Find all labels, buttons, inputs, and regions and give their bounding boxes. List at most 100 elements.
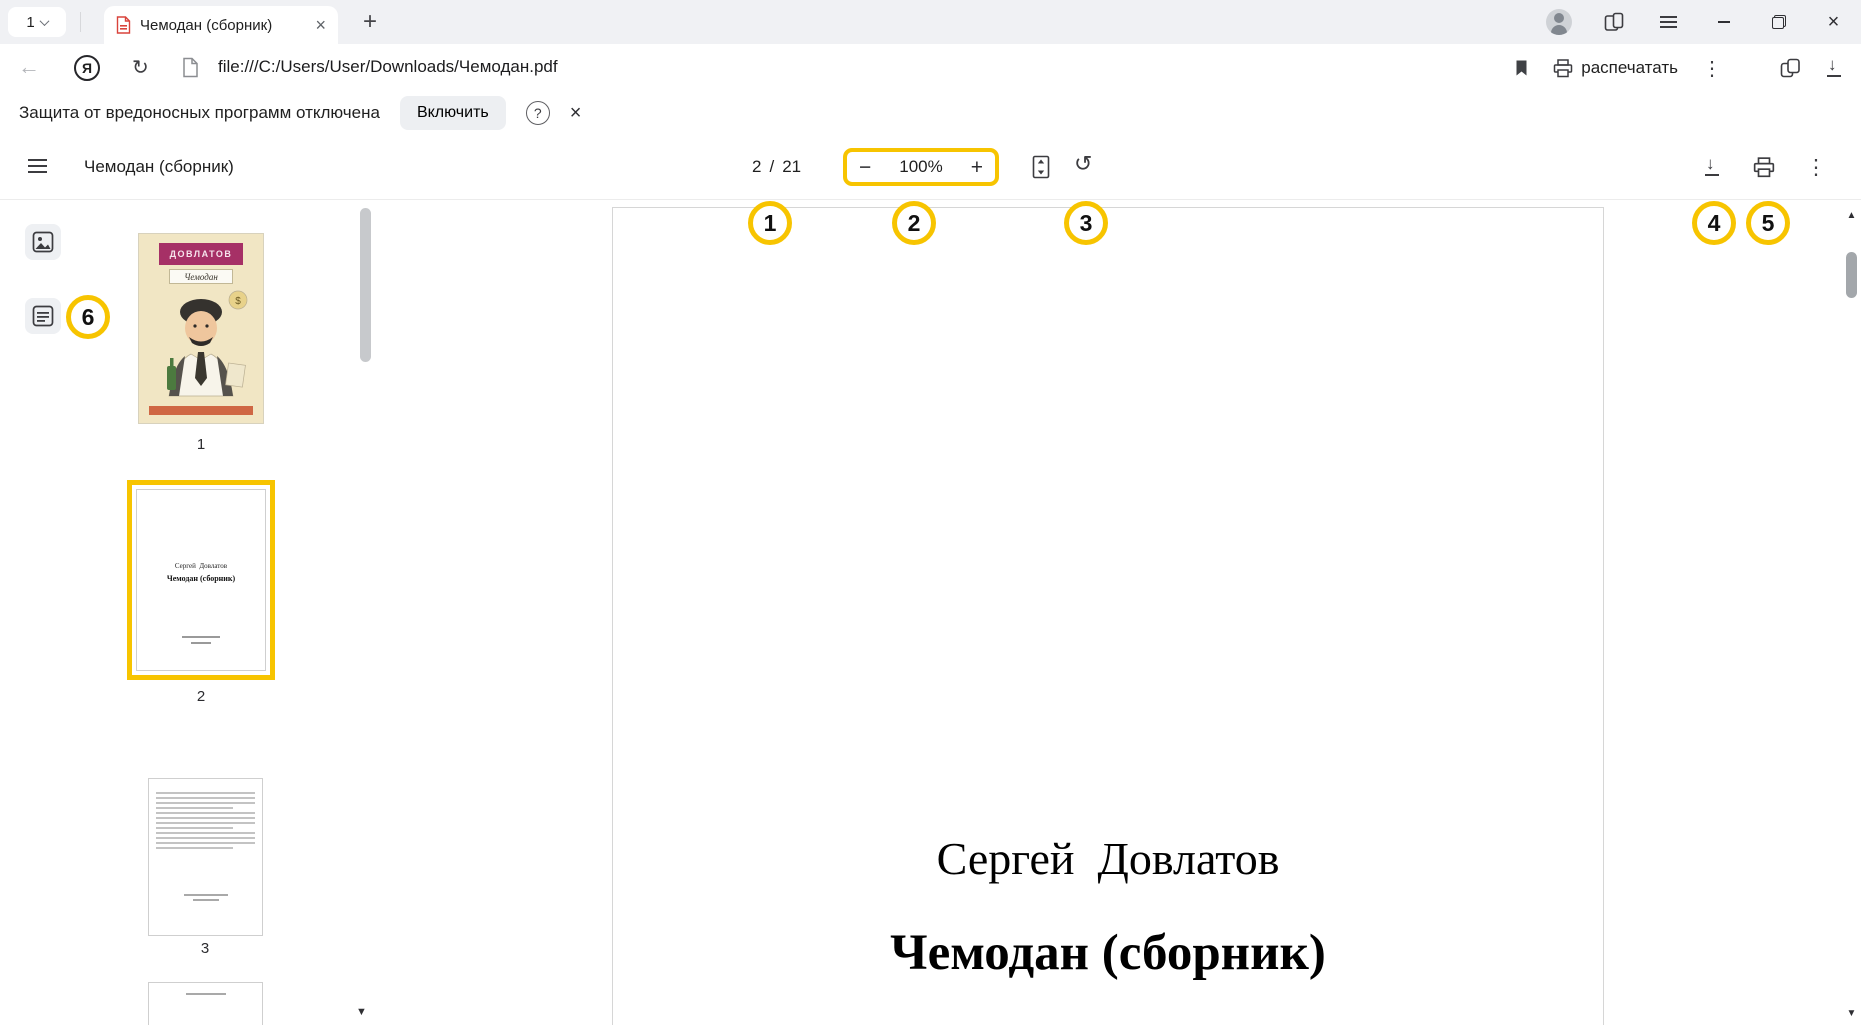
thumbnail-page-4[interactable] xyxy=(148,982,263,1025)
sidebar-scroll-down-icon[interactable]: ▼ xyxy=(356,1006,367,1018)
print-page-button[interactable]: распечатать xyxy=(1553,58,1678,78)
zoom-in-button[interactable]: + xyxy=(971,157,983,178)
more-actions-button[interactable]: ⋮ xyxy=(1702,56,1722,81)
menu-icon xyxy=(1660,13,1677,31)
fit-to-page-button[interactable] xyxy=(1030,155,1052,184)
sidebar-scrollbar-thumb[interactable] xyxy=(360,208,371,362)
tabstrip-right-controls: × xyxy=(1531,0,1861,44)
annotation-step-3: 3 xyxy=(1064,201,1108,245)
thumbnail-page-2: Сергей Довлатов Чемодан (сборник) xyxy=(136,489,266,671)
zoom-level: 100% xyxy=(899,157,942,177)
thumbnails-view-button[interactable] xyxy=(25,224,61,260)
page-indicator: 2 / 21 xyxy=(752,134,801,200)
browser-window: 1 Чемодан (сборник) × + xyxy=(0,0,1861,1025)
restore-button[interactable] xyxy=(1751,0,1806,44)
annotation-step-6: 6 xyxy=(66,295,110,339)
pdf-viewer: ДОВЛАТОВ Чемодан $ 1 xyxy=(0,200,1861,1025)
page-author-text: Сергей Довлатов xyxy=(613,832,1603,885)
security-warning-bar: Защита от вредоносных программ отключена… xyxy=(0,92,1861,134)
browser-menu-button[interactable] xyxy=(1641,0,1696,44)
collections-button[interactable] xyxy=(1780,58,1801,78)
zoom-controls-highlighted: − 100% + xyxy=(843,148,999,186)
pdf-toolbar: Чемодан (сборник) 2 / 21 − 100% + ↺ xyxy=(0,134,1861,200)
chevron-down-icon xyxy=(39,16,49,26)
minimize-icon xyxy=(1718,21,1730,23)
annotation-step-5: 5 xyxy=(1746,201,1790,245)
thumb-footer-lines xyxy=(149,894,262,901)
pdf-toolbar-right: ⋮ xyxy=(1691,134,1837,200)
warning-text: Защита от вредоносных программ отключена xyxy=(19,103,380,123)
menu-icon xyxy=(28,159,47,161)
image-icon xyxy=(31,230,55,254)
page-separator: / xyxy=(769,157,774,177)
rotate-icon: ↺ xyxy=(1074,151,1092,176)
pdf-document-title: Чемодан (сборник) xyxy=(84,134,234,200)
thumbnail-page-1[interactable]: ДОВЛАТОВ Чемодан $ xyxy=(139,234,263,423)
address-bar: ← Я ↻ file:///C:/Users/User/Downloads/Че… xyxy=(0,44,1861,92)
outline-view-button[interactable] xyxy=(25,298,61,334)
collections-icon xyxy=(1780,58,1801,78)
pdf-more-button[interactable]: ⋮ xyxy=(1795,146,1837,188)
page-title-text: Чемодан (сборник) xyxy=(613,924,1603,982)
dismiss-warning-button[interactable]: × xyxy=(570,102,582,125)
main-scrollbar-thumb[interactable] xyxy=(1846,252,1857,298)
back-icon: ← xyxy=(18,54,40,79)
printer-icon xyxy=(1553,59,1573,78)
new-tab-button[interactable]: + xyxy=(354,7,386,37)
profile-button[interactable] xyxy=(1531,0,1586,44)
close-window-button[interactable]: × xyxy=(1806,0,1861,44)
yandex-button[interactable]: Я xyxy=(74,55,100,81)
thumb-heading-line xyxy=(149,993,262,995)
annotation-step-2: 2 xyxy=(892,201,936,245)
help-button[interactable]: ? xyxy=(526,101,550,125)
rotate-button[interactable]: ↺ xyxy=(1074,151,1092,177)
thumb-title-text: Чемодан (сборник) xyxy=(137,574,265,583)
close-icon: × xyxy=(570,102,582,124)
minimize-button[interactable] xyxy=(1696,0,1751,44)
print-label: распечатать xyxy=(1581,58,1678,78)
reload-icon: ↻ xyxy=(132,57,149,79)
pdf-page: Сергей Довлатов Чемодан (сборник) xyxy=(612,207,1604,1025)
svg-text:$: $ xyxy=(235,296,241,307)
annotation-step-4: 4 xyxy=(1692,201,1736,245)
thumbnail-page-2-selected[interactable]: Сергей Довлатов Чемодан (сборник) xyxy=(127,480,275,680)
file-page-icon xyxy=(182,57,199,83)
kebab-icon: ⋮ xyxy=(1806,155,1827,180)
reload-button[interactable]: ↻ xyxy=(132,55,149,80)
thumbnail-page-3[interactable] xyxy=(148,778,263,936)
addressbar-right-controls: распечатать ⋮ xyxy=(1514,44,1843,92)
plus-icon: + xyxy=(363,8,377,36)
cover-author-plate: ДОВЛАТОВ xyxy=(159,243,243,265)
page-number-label: 1 xyxy=(127,436,275,453)
main-scrollbar[interactable]: ▲ ▼ xyxy=(1842,200,1861,1025)
pdf-download-button[interactable] xyxy=(1691,146,1733,188)
close-icon: × xyxy=(1828,12,1840,32)
devices-icon xyxy=(1604,12,1624,32)
page-current[interactable]: 2 xyxy=(752,157,761,177)
tab-close-button[interactable]: × xyxy=(315,16,326,34)
downloads-button[interactable] xyxy=(1825,59,1843,77)
tab-active[interactable]: Чемодан (сборник) × xyxy=(104,6,338,44)
scroll-down-icon[interactable]: ▼ xyxy=(1842,1008,1861,1019)
pdf-file-icon xyxy=(116,16,131,34)
enable-protection-button[interactable]: Включить xyxy=(400,96,506,130)
pdf-print-button[interactable] xyxy=(1743,146,1785,188)
page-number-label: 2 xyxy=(127,688,275,705)
url-text[interactable]: file:///C:/Users/User/Downloads/Чемодан.… xyxy=(218,57,558,77)
back-button[interactable]: ← xyxy=(18,54,40,80)
zoom-out-button[interactable]: − xyxy=(859,157,871,178)
page-total: 21 xyxy=(782,157,801,177)
avatar xyxy=(1546,9,1572,35)
pdf-sidebar-toggle-button[interactable] xyxy=(28,155,47,177)
cover-title-plate: Чемодан xyxy=(169,269,233,284)
page-number-label: 3 xyxy=(131,940,279,957)
devices-button[interactable] xyxy=(1586,0,1641,44)
download-icon xyxy=(1825,59,1843,77)
divider xyxy=(80,12,81,32)
tab-count-button[interactable]: 1 xyxy=(8,7,66,37)
scroll-up-icon[interactable]: ▲ xyxy=(1842,210,1861,221)
annotation-step-1: 1 xyxy=(748,201,792,245)
restore-icon xyxy=(1772,15,1786,29)
thumb-author-text: Сергей Довлатов xyxy=(137,562,265,570)
bookmark-button[interactable] xyxy=(1514,59,1529,77)
